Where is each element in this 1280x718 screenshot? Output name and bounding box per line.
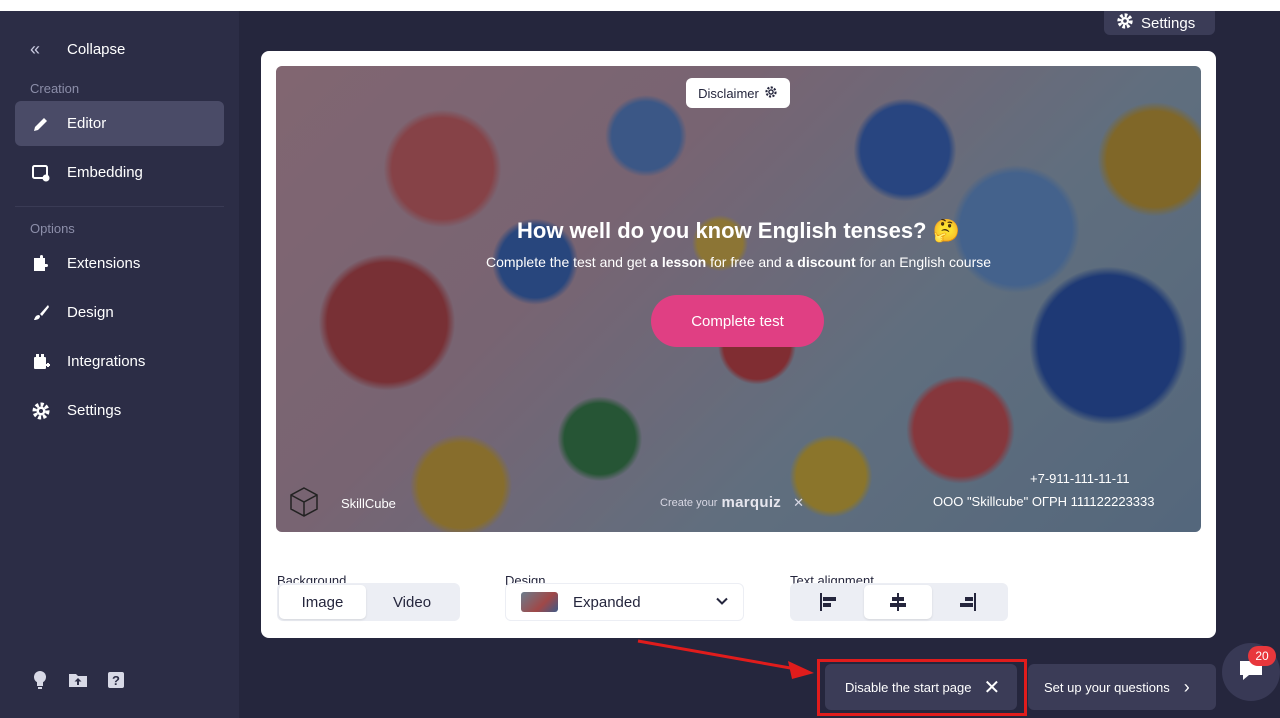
chat-notification-badge: 20 [1248, 646, 1276, 666]
plug-icon [30, 351, 52, 373]
sidebar-item-integrations[interactable]: Integrations [15, 339, 224, 384]
text-alignment-toggle [790, 583, 1008, 621]
sidebar-item-editor[interactable]: Editor [15, 101, 224, 146]
sidebar-item-extensions[interactable]: Extensions [15, 241, 224, 286]
subtitle-bold-discount: a discount [785, 254, 856, 270]
background-toggle: Image Video [277, 583, 460, 621]
puzzle-icon [30, 253, 52, 275]
marquiz-logo: marquiz [721, 494, 782, 511]
sidebar-item-design[interactable]: Design [15, 290, 224, 335]
company-legal-info[interactable]: ООО "Skillcube" ОГРН 111122223333 [933, 494, 1155, 509]
align-center-icon[interactable] [864, 585, 932, 619]
design-value: Expanded [573, 593, 641, 611]
svg-text:?: ? [112, 673, 120, 688]
background-option-video[interactable]: Video [366, 585, 458, 619]
annotation-highlight-box [817, 659, 1027, 716]
gear-icon [1116, 12, 1134, 34]
chevron-right-icon: › [1183, 676, 1190, 697]
collapse-label: Collapse [67, 40, 126, 58]
subtitle-text: for free and [706, 254, 786, 270]
annotation-arrow [637, 639, 814, 679]
chevron-down-icon [715, 594, 729, 613]
close-icon[interactable]: ✕ [793, 495, 804, 511]
align-right-icon[interactable] [932, 585, 1004, 619]
top-settings-button[interactable]: Settings [1104, 11, 1215, 35]
help-icon[interactable]: ? [106, 669, 126, 691]
section-label-options: Options [30, 221, 75, 236]
sidebar-divider [15, 206, 224, 207]
subtitle-text: Complete the test and get [485, 254, 651, 270]
set-up-questions-button[interactable]: Set up your questions › [1028, 664, 1216, 710]
sidebar-item-label: Integrations [67, 353, 146, 370]
subtitle-text: for an English course [855, 254, 992, 270]
background-option-image[interactable]: Image [279, 585, 366, 619]
sidebar-item-label: Settings [67, 402, 122, 419]
sidebar: « Collapse Creation Editor Embedding Opt… [0, 11, 239, 718]
app-shell: « Collapse Creation Editor Embedding Opt… [0, 11, 1280, 718]
brush-icon [30, 302, 52, 324]
collapse-button[interactable]: « Collapse [30, 37, 125, 61]
embed-icon [30, 162, 52, 184]
set-up-questions-label: Set up your questions [1044, 679, 1170, 695]
disclaimer-button[interactable]: Disclaimer [686, 78, 790, 108]
gear-icon [30, 400, 52, 422]
sidebar-item-label: Design [67, 304, 114, 321]
pencil-icon [30, 113, 52, 135]
folder-upload-icon[interactable] [68, 669, 88, 691]
sidebar-item-embedding[interactable]: Embedding [15, 150, 224, 195]
gear-icon [764, 85, 778, 102]
section-label-creation: Creation [30, 81, 80, 96]
sidebar-item-settings[interactable]: Settings [15, 388, 224, 433]
sidebar-item-label: Extensions [67, 255, 141, 272]
sidebar-item-label: Editor [67, 115, 107, 132]
design-select[interactable]: Expanded [505, 583, 744, 621]
top-settings-label: Settings [1141, 14, 1196, 32]
sidebar-item-label: Embedding [67, 164, 143, 181]
editor-panel: Disclaimer How well do you know English … [261, 51, 1216, 638]
start-page-headline[interactable]: How well do you know English tenses? 🤔 [276, 218, 1201, 244]
subtitle-bold-lesson: a lesson [650, 254, 707, 270]
design-thumbnail [521, 592, 558, 612]
brand-name[interactable]: SkillCube [341, 496, 396, 511]
disclaimer-label: Disclaimer [698, 85, 759, 101]
double-chevron-left-icon: « [30, 38, 41, 59]
complete-test-button[interactable]: Complete test [651, 295, 824, 347]
start-page-subtitle[interactable]: Complete the test and get a lesson for f… [276, 254, 1201, 270]
align-left-icon[interactable] [792, 585, 864, 619]
created-prefix: Create your [660, 496, 718, 509]
created-with-marquiz: Create your marquiz ✕ [660, 494, 804, 511]
lightbulb-icon[interactable] [30, 669, 50, 691]
cube-logo-icon [288, 486, 320, 518]
sidebar-footer: ? [30, 669, 126, 691]
start-page-preview[interactable]: Disclaimer How well do you know English … [276, 66, 1201, 532]
contact-phone[interactable]: +7-911-111-11-11 [1030, 471, 1130, 486]
